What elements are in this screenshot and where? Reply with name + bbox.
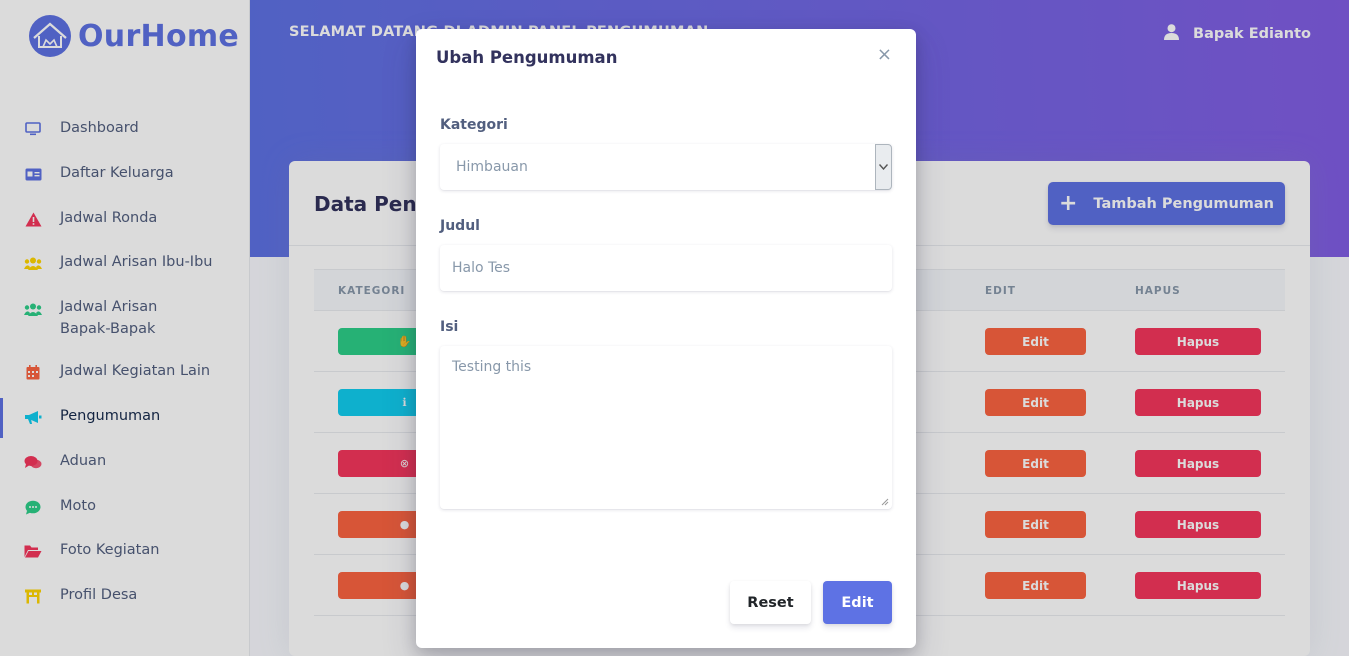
edit-announcement-modal: Ubah Pengumuman × Kategori Himbauan Judu… [416,29,916,648]
kategori-label: Kategori [440,117,508,133]
chevron-down-icon [875,144,892,190]
resize-handle-icon[interactable] [881,498,889,506]
close-icon[interactable]: × [877,46,892,64]
modal-title: Ubah Pengumuman [436,48,618,67]
judul-value: Halo Tes [452,260,511,276]
judul-input[interactable]: Halo Tes [440,245,892,291]
isi-textarea[interactable]: Testing this [440,346,892,509]
reset-button[interactable]: Reset [730,581,811,624]
judul-label: Judul [440,218,480,234]
submit-edit-button[interactable]: Edit [823,581,892,624]
kategori-value: Himbauan [456,159,528,175]
isi-value: Testing this [452,359,532,375]
isi-label: Isi [440,319,459,335]
kategori-select[interactable]: Himbauan [440,144,892,190]
